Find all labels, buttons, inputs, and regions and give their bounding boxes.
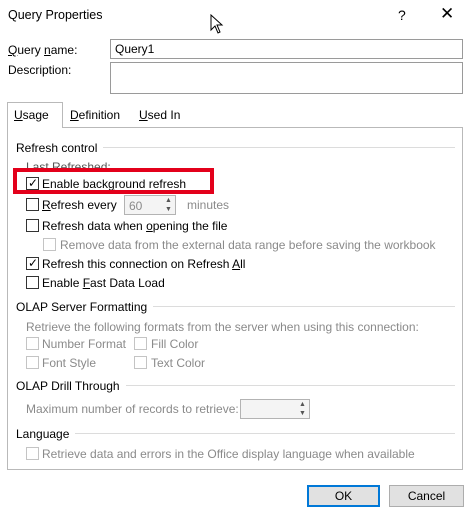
spin-up-icon[interactable]: ▲ bbox=[296, 400, 309, 409]
refresh-every-label: Refresh every bbox=[42, 198, 117, 212]
refresh-interval-value: 60 bbox=[129, 199, 143, 213]
remove-data-checkbox[interactable] bbox=[43, 238, 56, 251]
olap-drill-heading: OLAP Drill Through bbox=[16, 379, 126, 393]
font-style-label: Font Style bbox=[42, 356, 97, 370]
description-label: Description: bbox=[8, 63, 72, 77]
fill-color-label: Fill Color bbox=[151, 337, 199, 351]
highlight-box bbox=[13, 168, 214, 194]
close-icon[interactable]: ✕ bbox=[440, 4, 454, 24]
help-icon[interactable]: ? bbox=[398, 7, 406, 23]
refresh-all-checkbox[interactable]: ✓ bbox=[26, 256, 39, 270]
remove-data-label: Remove data from the external data range… bbox=[60, 238, 436, 252]
group-divider bbox=[145, 306, 455, 307]
language-heading: Language bbox=[16, 427, 76, 441]
ok-button[interactable]: OK bbox=[307, 485, 380, 507]
refresh-on-open-label: Refresh data when opening the file bbox=[42, 219, 228, 233]
fast-load-label: Enable Fast Data Load bbox=[42, 276, 165, 290]
tab-usage[interactable]: Usage bbox=[7, 102, 63, 128]
refresh-every-checkbox[interactable] bbox=[26, 198, 39, 211]
text-color-label: Text Color bbox=[151, 356, 206, 370]
mouse-cursor-icon bbox=[210, 14, 224, 34]
refresh-control-heading: Refresh control bbox=[16, 141, 104, 155]
group-divider bbox=[74, 433, 455, 434]
max-records-label: Maximum number of records to retrieve: bbox=[26, 402, 239, 416]
cancel-button[interactable]: Cancel bbox=[389, 485, 464, 507]
spin-up-icon[interactable]: ▲ bbox=[162, 196, 175, 205]
fast-load-checkbox[interactable] bbox=[26, 276, 39, 289]
number-format-checkbox[interactable] bbox=[26, 337, 39, 350]
refresh-all-label: Refresh this connection on Refresh All bbox=[42, 257, 246, 271]
number-format-label: Number Format bbox=[42, 337, 127, 351]
max-records-spinner[interactable]: ▲ ▼ bbox=[240, 399, 310, 419]
text-color-checkbox[interactable] bbox=[134, 356, 147, 369]
refresh-interval-spinner[interactable]: 60 ▲ ▼ bbox=[124, 195, 176, 215]
group-divider bbox=[100, 147, 455, 148]
tab-used-in[interactable]: Used In bbox=[133, 103, 187, 127]
olap-formatting-heading: OLAP Server Formatting bbox=[16, 300, 154, 314]
refresh-unit-label: minutes bbox=[187, 198, 230, 212]
refresh-on-open-checkbox[interactable] bbox=[26, 219, 39, 232]
spin-down-icon[interactable]: ▼ bbox=[296, 409, 309, 418]
description-input[interactable] bbox=[110, 62, 463, 94]
tab-definition[interactable]: Definition bbox=[64, 103, 132, 127]
olap-formatting-description: Retrieve the following formats from the … bbox=[26, 320, 419, 334]
check-icon: ✓ bbox=[28, 256, 39, 270]
group-divider bbox=[122, 385, 455, 386]
query-name-label: Query name: bbox=[8, 43, 78, 57]
font-style-checkbox[interactable] bbox=[26, 356, 39, 369]
spin-down-icon[interactable]: ▼ bbox=[162, 205, 175, 214]
language-retrieve-checkbox[interactable] bbox=[26, 447, 39, 460]
fill-color-checkbox[interactable] bbox=[134, 337, 147, 350]
query-name-input[interactable]: Query1 bbox=[110, 39, 463, 59]
language-retrieve-label: Retrieve data and errors in the Office d… bbox=[42, 447, 415, 461]
window-title: Query Properties bbox=[8, 8, 103, 22]
